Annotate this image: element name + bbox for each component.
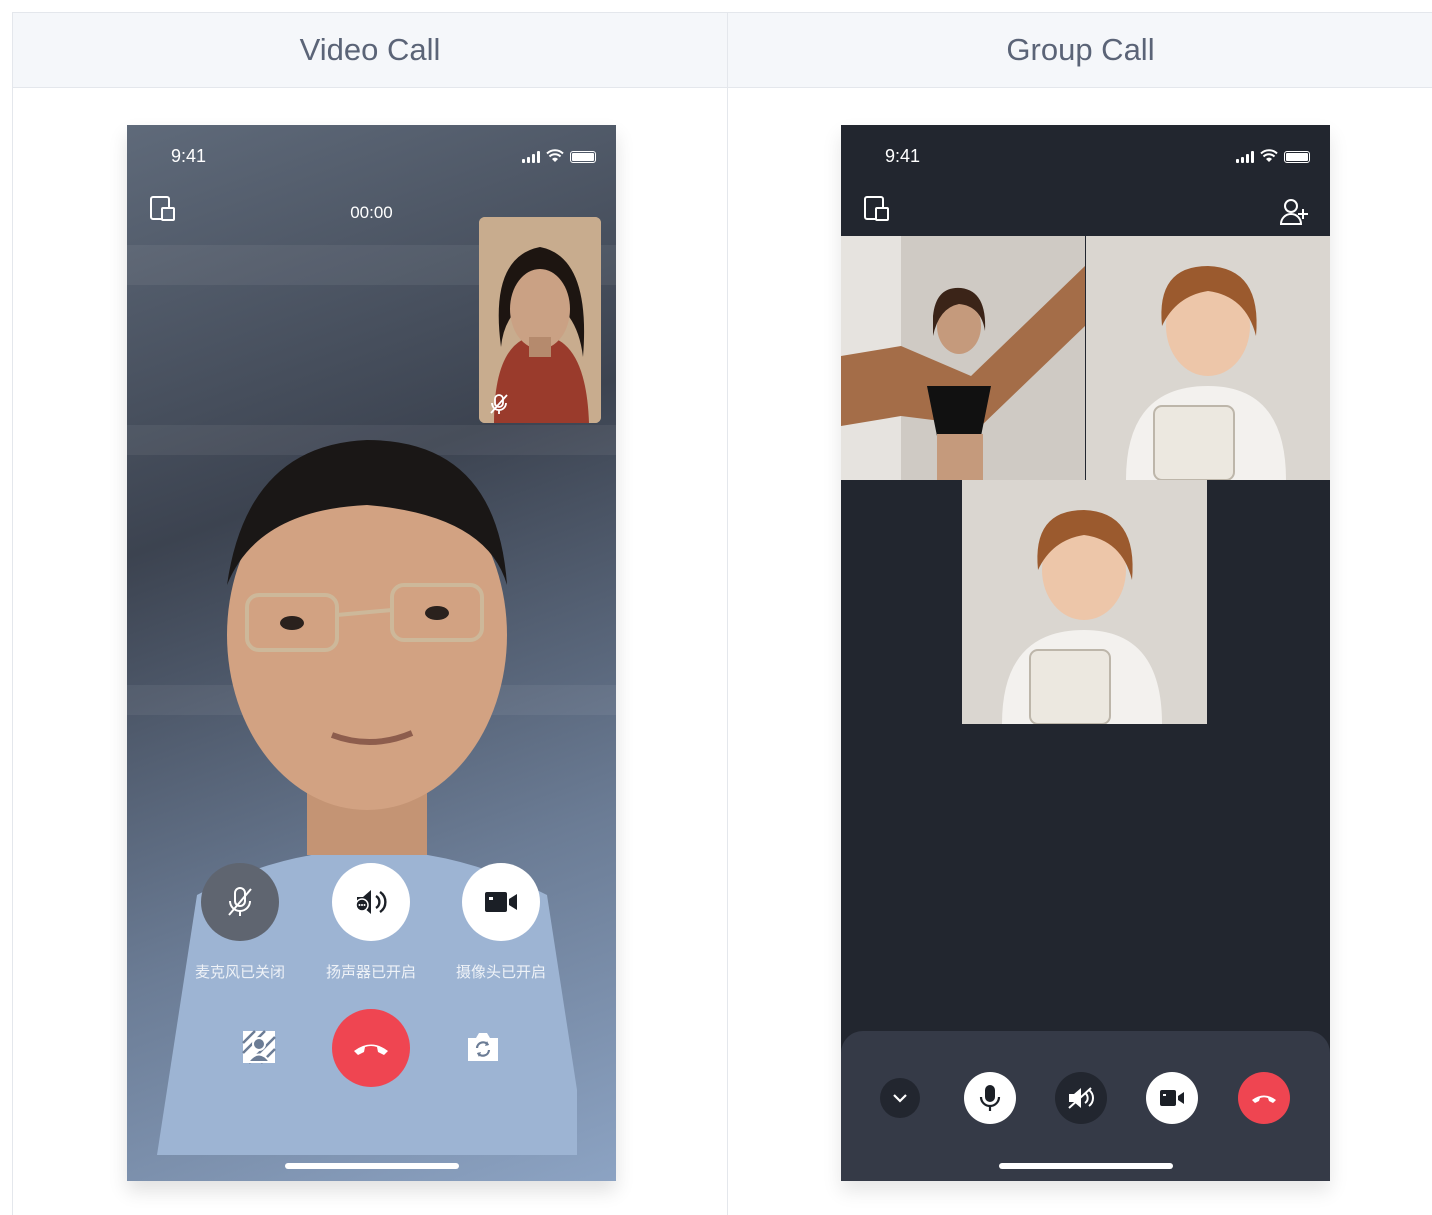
comparison-table: Video Call Group Call 9:41 00:00 麦克风已关闭 …	[12, 12, 1432, 1215]
call-control-panel	[841, 1031, 1330, 1181]
participant-video	[1086, 236, 1330, 480]
column-header-group-call: Group Call	[728, 13, 1432, 88]
chevron-down-icon	[893, 1094, 907, 1103]
add-participant-icon[interactable]	[1279, 197, 1309, 227]
speaker-icon	[355, 890, 387, 914]
group-call-screen: 9:41	[841, 125, 1330, 1181]
mic-muted-icon	[490, 394, 508, 414]
participant-video-tile[interactable]	[1086, 236, 1330, 480]
home-indicator	[998, 1163, 1173, 1169]
camera-toggle-button[interactable]	[1146, 1072, 1198, 1124]
status-bar-icons	[522, 149, 596, 163]
collapse-panel-button[interactable]	[880, 1078, 920, 1118]
switch-camera-icon[interactable]	[465, 1031, 501, 1063]
hang-up-button[interactable]	[1238, 1072, 1290, 1124]
microphone-status-label: 麦克风已关闭	[194, 964, 285, 981]
hang-up-button[interactable]	[332, 1009, 410, 1087]
speaker-status-label: 扬声器已开启	[325, 964, 416, 981]
mic-off-icon	[228, 887, 252, 916]
hang-up-icon	[1252, 1095, 1276, 1103]
hang-up-icon	[354, 1044, 388, 1055]
microphone-toggle-button[interactable]	[201, 863, 279, 941]
status-bar-time: 9:41	[885, 146, 921, 166]
local-preview[interactable]	[479, 217, 601, 423]
column-header-video-call: Video Call	[13, 13, 728, 88]
speaker-muted-icon	[1068, 1087, 1094, 1109]
battery-icon	[1284, 151, 1310, 163]
participant-video	[962, 480, 1207, 724]
wifi-icon	[546, 149, 564, 162]
camera-status-label: 摄像头已开启	[455, 964, 546, 981]
floating-window-icon[interactable]	[863, 195, 891, 223]
signal-icon	[1236, 151, 1254, 163]
camera-toggle-button[interactable]	[462, 863, 540, 941]
column-title: Video Call	[299, 32, 441, 67]
column-title: Group Call	[1006, 32, 1155, 67]
video-camera-icon	[485, 892, 517, 912]
speaker-toggle-button[interactable]	[332, 863, 410, 941]
wifi-icon	[1260, 149, 1278, 162]
signal-icon	[522, 151, 540, 163]
home-indicator	[284, 1163, 459, 1169]
video-camera-icon	[1160, 1090, 1184, 1106]
column-divider	[727, 88, 728, 1215]
status-bar-time: 9:41	[171, 146, 207, 166]
speaker-toggle-button[interactable]	[1055, 1072, 1107, 1124]
participant-video-tile[interactable]	[962, 480, 1207, 724]
battery-icon	[570, 151, 596, 163]
participant-video	[841, 236, 1085, 480]
mic-icon	[979, 1085, 1001, 1111]
participant-video-tile[interactable]	[841, 236, 1085, 480]
video-call-screen: 9:41 00:00 麦克风已关闭 扬声器已开启 摄像头已开启	[127, 125, 616, 1181]
blur-background-icon[interactable]	[241, 1029, 277, 1065]
microphone-toggle-button[interactable]	[964, 1072, 1016, 1124]
status-bar-icons	[1236, 149, 1310, 163]
